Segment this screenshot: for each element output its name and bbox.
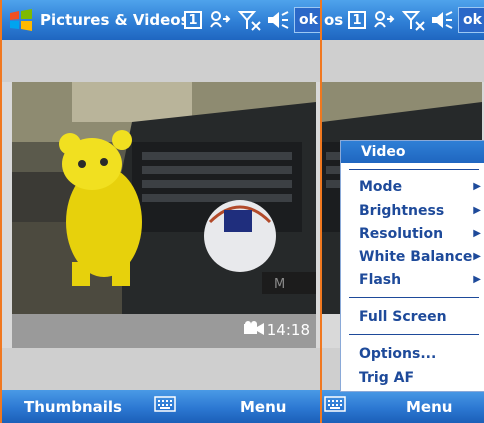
app-title: Pictures & Videos (40, 11, 190, 29)
menu-item-label: Resolution (359, 226, 444, 242)
submenu-arrow-icon: ▶ (473, 205, 481, 216)
video-preview[interactable]: M (12, 82, 316, 314)
menu-separator (349, 297, 479, 298)
bottom-gray-area (0, 348, 322, 390)
menu-item-full-screen[interactable]: Full Screen (359, 307, 483, 327)
menu-item-label: White Balance (359, 249, 473, 265)
submenu-arrow-icon: ▶ (473, 251, 481, 262)
video-status-bar: 14:18 (12, 314, 316, 348)
menu-item-resolution[interactable]: Resolution ▶ (359, 224, 483, 244)
menu-separator (349, 169, 479, 170)
menu-softkey[interactable]: Menu (240, 398, 286, 416)
recording-counter: 14:18 (243, 321, 310, 339)
ok-button[interactable]: ok (294, 7, 322, 33)
signal-off-icon[interactable] (238, 9, 262, 31)
top-gray-area-right (322, 40, 484, 82)
windows-start-icon[interactable] (8, 9, 34, 31)
notification-badge-right[interactable]: 1 (348, 11, 366, 29)
menu-item-brightness[interactable]: Brightness ▶ (359, 201, 483, 221)
volume-icon[interactable] (430, 9, 454, 31)
menu-item-label: Brightness (359, 203, 445, 219)
top-gray-area (0, 40, 322, 82)
popup-menu: Video Mode ▶ Brightness ▶ Resolution ▶ W… (340, 140, 484, 392)
menu-item-label: Trig AF (359, 370, 415, 386)
softkey-bar-right: Menu (322, 390, 484, 423)
screen-divider-border (320, 0, 322, 423)
connectivity-icon[interactable] (372, 9, 396, 31)
thumbnails-softkey[interactable]: Thumbnails (24, 398, 122, 416)
menu-separator (349, 334, 479, 335)
menu-item-options[interactable]: Options... (359, 344, 483, 364)
video-camera-icon (243, 321, 264, 339)
left-screen-border (0, 0, 2, 423)
menu-header: Video (341, 141, 484, 163)
keyboard-icon[interactable] (324, 396, 346, 412)
menu-item-label: Flash (359, 272, 402, 288)
submenu-arrow-icon: ▶ (473, 274, 481, 285)
svg-text:M: M (274, 277, 285, 292)
menu-item-mode[interactable]: Mode ▶ (359, 177, 483, 197)
menu-softkey-right[interactable]: Menu (406, 398, 452, 416)
menu-item-label: Options... (359, 346, 437, 362)
softkey-bar: Thumbnails Menu (0, 390, 322, 423)
menu-item-label: Full Screen (359, 309, 447, 325)
menu-item-label: Mode (359, 179, 403, 195)
connectivity-icon[interactable] (208, 9, 232, 31)
recording-time: 14:18 (266, 321, 310, 339)
ok-button-right[interactable]: ok (458, 7, 484, 33)
app-title-fragment: os (324, 11, 344, 29)
left-screen: Pictures & Videos 1 ok M 14:18 Thumbnail… (0, 0, 322, 423)
notification-badge[interactable]: 1 (184, 11, 202, 29)
signal-off-icon[interactable] (402, 9, 426, 31)
title-bar-right: os 1 ok (322, 0, 484, 40)
camera-scene: M (12, 82, 316, 314)
menu-item-trig-af[interactable]: Trig AF (359, 368, 483, 388)
submenu-arrow-icon: ▶ (473, 228, 481, 239)
menu-item-flash[interactable]: Flash ▶ (359, 270, 483, 290)
volume-icon[interactable] (266, 9, 290, 31)
submenu-arrow-icon: ▶ (473, 181, 481, 192)
keyboard-icon[interactable] (154, 396, 176, 412)
title-bar: Pictures & Videos 1 ok (0, 0, 322, 40)
menu-item-white-balance[interactable]: White Balance ▶ (359, 247, 483, 267)
